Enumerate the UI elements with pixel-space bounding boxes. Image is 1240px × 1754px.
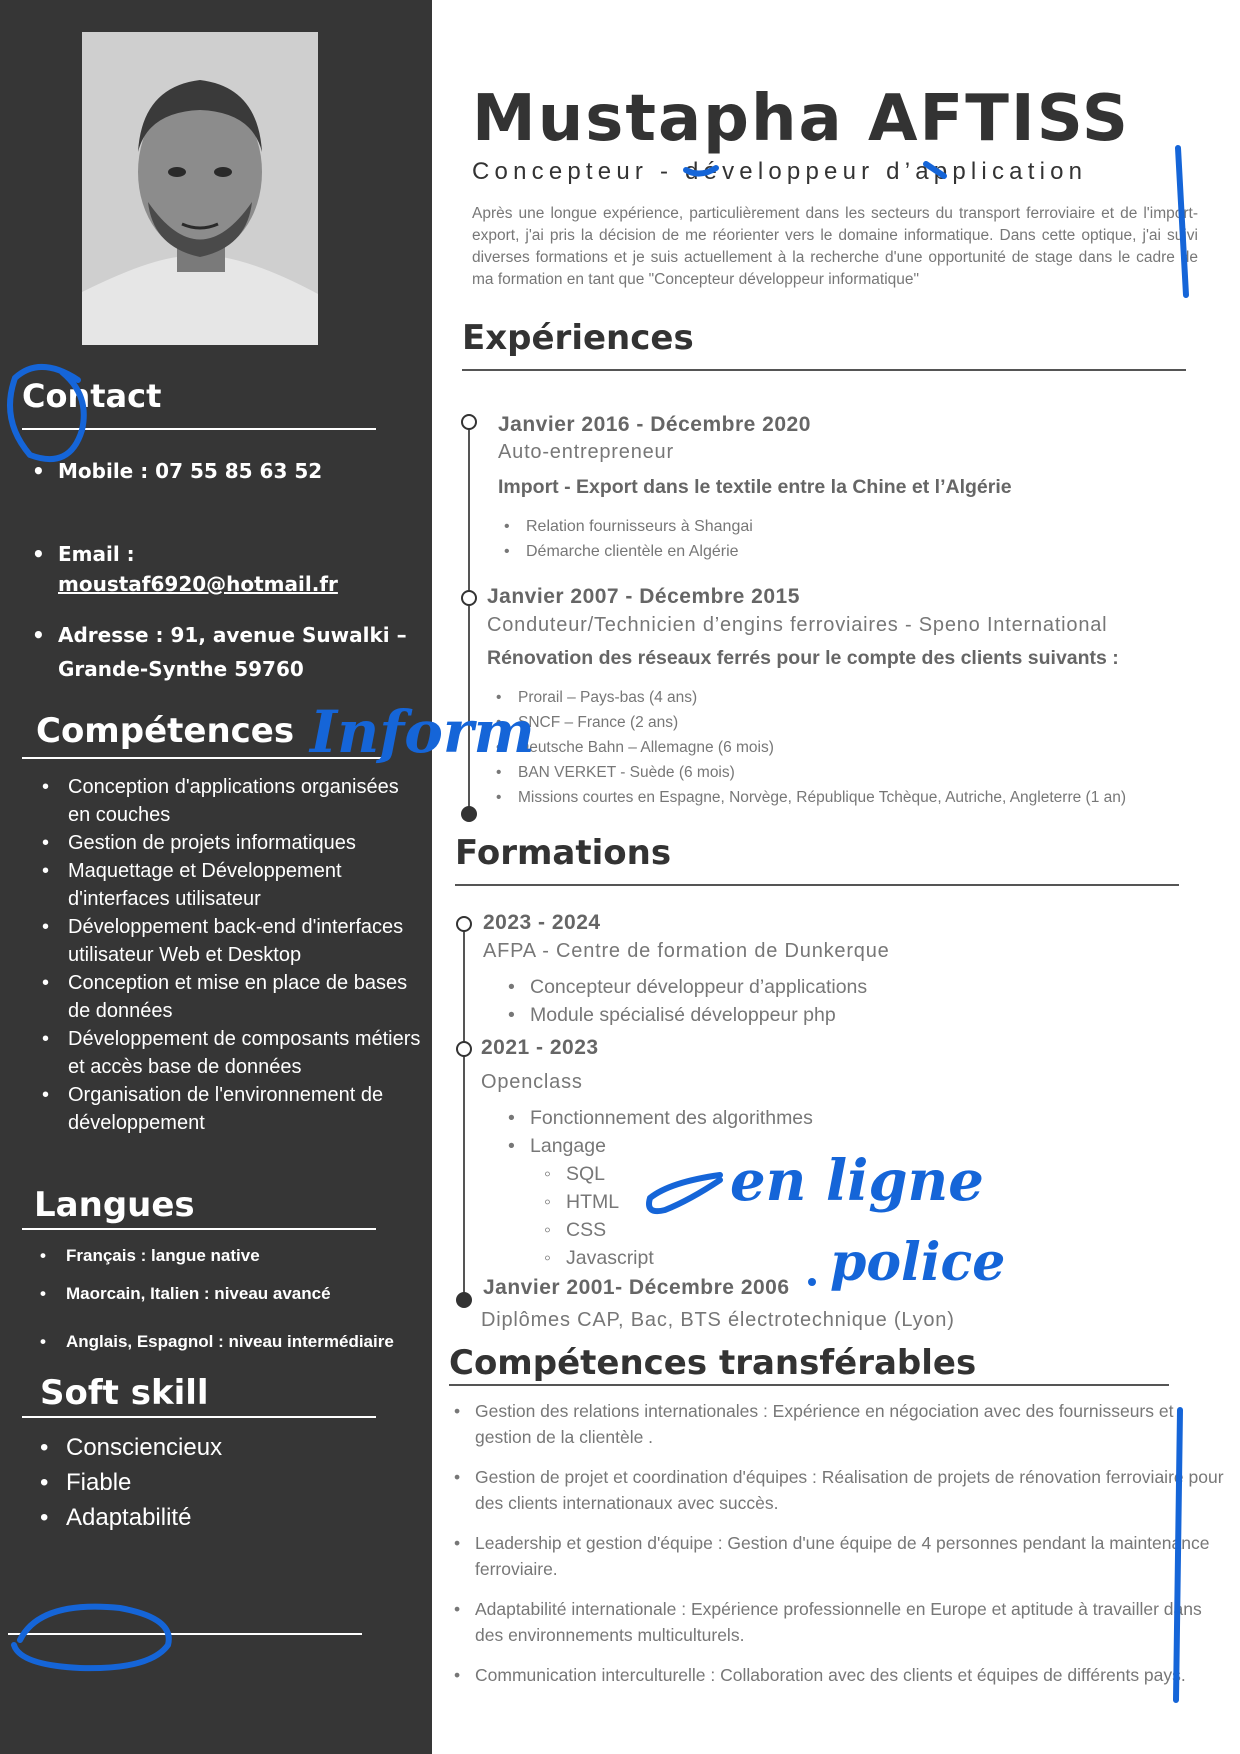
experience-bullet: Prorail – Pays-bas (4 ans) [492,685,1126,710]
transferable-list: Gestion des relations internationales : … [450,1398,1230,1702]
skill-item: Maquettage et Développement d'interfaces… [32,857,422,913]
experience-bullet: SNCF – France (2 ans) [492,710,1126,735]
formation-bullet: Fonctionnement des algorithmes [504,1104,813,1132]
skills-list: Conception d'applications organisées en … [32,773,422,1137]
soft-skill-divider [22,1416,376,1418]
ink-dot [808,1278,816,1286]
address-line-2: Grande-Synthe 59760 [58,657,304,681]
email-link[interactable]: moustaf6920@hotmail.fr [58,572,338,596]
transferable-heading: Compétences transférables [449,1343,977,1383]
formations-heading: Formations [455,833,672,873]
formations-divider [455,884,1179,886]
timeline-node [461,590,477,606]
formation-date: 2023 - 2024 [483,911,601,934]
language-item: Anglais, Espagnol : niveau intermédiaire [30,1331,430,1353]
formation-org: Openclass [481,1071,583,1093]
candidate-name: Mustapha AFTISS [472,82,1130,156]
formation-sub-bullet: CSS [504,1216,813,1244]
experience-timeline [468,422,470,812]
soft-skill-item: Adaptabilité [30,1500,430,1535]
experience-role: Conduteur/Technicien d’engins ferroviair… [487,614,1108,636]
skill-item: Conception d'applications organisées en … [32,773,422,829]
contact-address-list: Adresse : 91, avenue Suwalki – Grande-Syn… [22,618,432,686]
formation-date: 2021 - 2023 [481,1036,599,1059]
formation-sub-bullet: SQL [504,1160,813,1188]
experience-bullet: BAN VERKET - Suède (6 mois) [492,760,1126,785]
address-line-1: Adresse : 91, avenue Suwalki – [58,623,407,647]
profile-photo [82,32,318,345]
formation-org: Diplômes CAP, Bac, BTS électrotechnique … [481,1309,955,1331]
transferable-item: Gestion des relations internationales : … [450,1398,1230,1450]
bottom-divider [8,1633,362,1635]
contact-email-label: Email : [22,537,422,571]
formation-bullets: Fonctionnement des algorithmes Langage S… [504,1104,813,1272]
experience-subtitle: Import - Export dans le textile entre la… [498,476,1012,498]
formation-bullets: Concepteur développeur d’applications Mo… [504,973,867,1029]
skill-item: Gestion de projets informatiques [32,829,422,857]
job-title: Concepteur - développeur d’application [472,158,1088,185]
experience-bullet: Missions courtes en Espagne, Norvège, Ré… [492,785,1126,810]
skill-item: Développement back-end d'interfaces util… [32,913,422,969]
formation-date: Janvier 2001- Décembre 2006 [483,1276,790,1299]
skill-item: Organisation de l'environnement de dével… [32,1081,422,1137]
transferable-item: Leadership et gestion d'équipe : Gestion… [450,1530,1230,1582]
transferable-item: Gestion de projet et coordination d'équi… [450,1464,1230,1516]
formation-bullet: Langage [504,1132,813,1160]
languages-heading: Langues [34,1185,195,1225]
experience-subtitle: Rénovation des réseaux ferrés pour le co… [487,647,1119,669]
experience-date: Janvier 2016 - Décembre 2020 [498,413,811,436]
formation-bullet: Module spécialisé développeur php [504,1001,867,1029]
timeline-end-node [456,1292,472,1308]
contact-email-list: Email : [22,537,422,571]
language-item: Français : langue native [30,1245,430,1267]
experience-role: Auto-entrepreneur [498,441,674,463]
contact-mobile: Mobile : 07 55 85 63 52 [22,454,422,488]
transferable-item: Communication interculturelle : Collabor… [450,1662,1230,1688]
formation-sub-bullet: HTML [504,1188,813,1216]
experience-bullets: Relation fournisseurs à Shangai Démarche… [500,514,753,564]
profile-summary: Après une longue expérience, particulièr… [472,205,1198,288]
language-item: Maorcain, Italien : niveau avancé [30,1283,430,1305]
timeline-node [456,1041,472,1057]
soft-skill-heading: Soft skill [40,1373,209,1413]
experiences-divider [462,369,1186,371]
skills-divider [22,757,382,759]
timeline-node [461,414,477,430]
experience-bullets: Prorail – Pays-bas (4 ans) SNCF – France… [492,685,1126,810]
languages-list: Français : langue native Maorcain, Itali… [30,1245,430,1353]
portrait-image [82,32,318,345]
formation-timeline [463,930,465,1300]
languages-divider [22,1228,376,1230]
formation-sub-bullet: Javascript [504,1244,813,1272]
contact-list: Mobile : 07 55 85 63 52 [22,454,422,488]
contact-divider [22,428,376,430]
contact-address: Adresse : 91, avenue Suwalki – Grande-Syn… [22,618,432,686]
soft-skill-list: Consciencieux Fiable Adaptabilité [30,1430,430,1535]
soft-skill-item: Consciencieux [30,1430,430,1465]
timeline-end-node [461,806,477,822]
sidebar: Contact Mobile : 07 55 85 63 52 Email : … [0,0,432,1754]
timeline-node [456,916,472,932]
transferable-item: Adaptabilité internationale : Expérience… [450,1596,1230,1648]
soft-skill-item: Fiable [30,1465,430,1500]
handwriting-police: police [830,1232,1005,1293]
experience-bullet: Relation fournisseurs à Shangai [500,514,753,539]
contact-heading: Contact [22,377,162,415]
formation-bullet: Concepteur développeur d’applications [504,973,867,1001]
skill-item: Développement de composants métiers et a… [32,1025,422,1081]
experience-bullet: Deutsche Bahn – Allemagne (6 mois) [492,735,1126,760]
experiences-heading: Expériences [462,318,694,358]
skills-heading: Compétences [36,711,295,751]
experience-bullet: Démarche clientèle en Algérie [500,539,753,564]
formation-org: AFPA - Centre de formation de Dunkerque [483,940,890,962]
skill-item: Conception et mise en place de bases de … [32,969,422,1025]
experience-date: Janvier 2007 - Décembre 2015 [487,585,800,608]
transferable-divider [449,1384,1169,1386]
